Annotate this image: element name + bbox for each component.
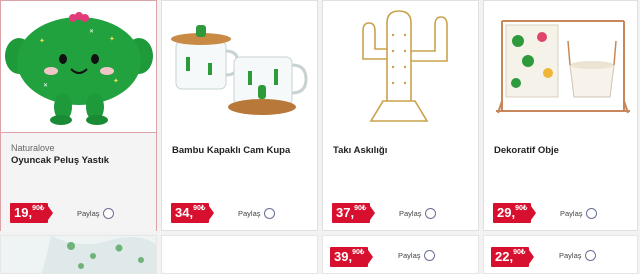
currency-symbol: ₺ [359,249,365,256]
currency-symbol: ₺ [520,249,526,256]
product-title[interactable]: Takı Askılığı [333,145,387,156]
currency-symbol: ₺ [39,205,45,212]
price-tag: 37,90₺ [332,203,376,223]
price-tag: 29,90₺ [493,203,537,223]
decor-frame-icon [496,20,630,114]
share-control[interactable]: Paylaş [399,208,436,219]
share-label: Paylaş [398,251,421,260]
cactus-plush-icon: ✦ ✦ ✕ ✕ ✦ [5,12,153,125]
glass-mugs-icon [171,25,308,115]
product-info: Bambu Kapaklı Cam Kupa 34,90₺ Paylaş [162,133,317,232]
price-decimal: 90 [354,205,362,212]
product-info: Naturalove Oyuncak Peluş Yastık 19,90₺ P… [1,133,156,232]
share-label: Paylaş [77,209,100,218]
product-title[interactable]: Oyuncak Peluş Yastık [11,155,109,166]
share-control[interactable]: Paylaş [398,250,435,261]
svg-text:✦: ✦ [39,37,45,45]
share-radio-icon[interactable] [423,250,435,261]
price-decimal: 90 [193,205,201,212]
svg-text:✦: ✦ [113,77,119,85]
currency-symbol: ₺ [200,205,206,212]
share-radio-icon[interactable] [424,208,436,219]
product-info: Takı Askılığı 37,90₺ Paylaş [323,133,478,232]
svg-text:✕: ✕ [43,82,48,89]
share-control[interactable]: Paylaş [238,208,275,219]
product-image[interactable] [162,1,317,133]
price-tag: 22,90₺ [491,247,535,267]
product-info: Dekoratif Obje 29,90₺ Paylaş [484,133,637,232]
share-label: Paylaş [399,209,422,218]
price-decimal: 90 [515,205,523,212]
fabric-pattern-icon [41,236,156,273]
price-tag: 39,90₺ [330,247,374,267]
share-control[interactable]: Paylaş [560,208,597,219]
share-control[interactable]: Paylaş [77,208,114,219]
product-image[interactable]: ✦ ✦ ✕ ✕ ✦ [1,1,156,133]
share-radio-icon[interactable] [585,208,597,219]
price-tag: 34,90₺ [171,203,215,223]
jewelry-stand-icon [362,10,448,122]
share-label: Paylaş [559,251,582,260]
currency-symbol: ₺ [522,205,528,212]
product-title[interactable]: Dekoratif Obje [494,145,559,156]
product-image[interactable] [484,1,637,133]
product-card-plush-pillow[interactable]: ✦ ✦ ✕ ✕ ✦ Naturalove Oyuncak Peluş Yastı… [0,0,157,232]
product-card-decor-object[interactable]: Dekoratif Obje 29,90₺ Paylaş [483,0,638,231]
price-decimal: 90 [513,249,521,256]
share-label: Paylaş [560,209,583,218]
price-decimal: 90 [32,205,40,212]
share-radio-icon[interactable] [102,208,114,219]
share-label: Paylaş [238,209,261,218]
product-card-partial[interactable]: 39,90₺ Paylaş [322,235,479,274]
price-integer: 37, [336,205,355,220]
product-card-partial[interactable]: 22,90₺ Paylaş [483,235,638,274]
price-tag: 19,90₺ [10,203,54,223]
svg-text:✕: ✕ [89,28,94,35]
price-integer: 29, [497,205,516,220]
product-image[interactable] [323,1,478,133]
currency-symbol: ₺ [361,205,367,212]
svg-text:✦: ✦ [109,35,115,43]
share-radio-icon[interactable] [584,250,596,261]
share-radio-icon[interactable] [263,208,275,219]
product-title[interactable]: Bambu Kapaklı Cam Kupa [172,145,290,156]
product-card-jewelry-stand[interactable]: Takı Askılığı 37,90₺ Paylaş [322,0,479,231]
product-card-partial[interactable] [161,235,318,274]
price-integer: 34, [175,205,194,220]
price-integer: 22, [495,249,514,264]
product-card-glass-mug[interactable]: Bambu Kapaklı Cam Kupa 34,90₺ Paylaş [161,0,318,231]
price-decimal: 90 [352,249,360,256]
product-card-partial[interactable] [0,235,157,274]
price-integer: 19, [14,205,33,220]
share-control[interactable]: Paylaş [559,250,596,261]
price-integer: 39, [334,249,353,264]
product-brand: Naturalove [11,143,55,153]
